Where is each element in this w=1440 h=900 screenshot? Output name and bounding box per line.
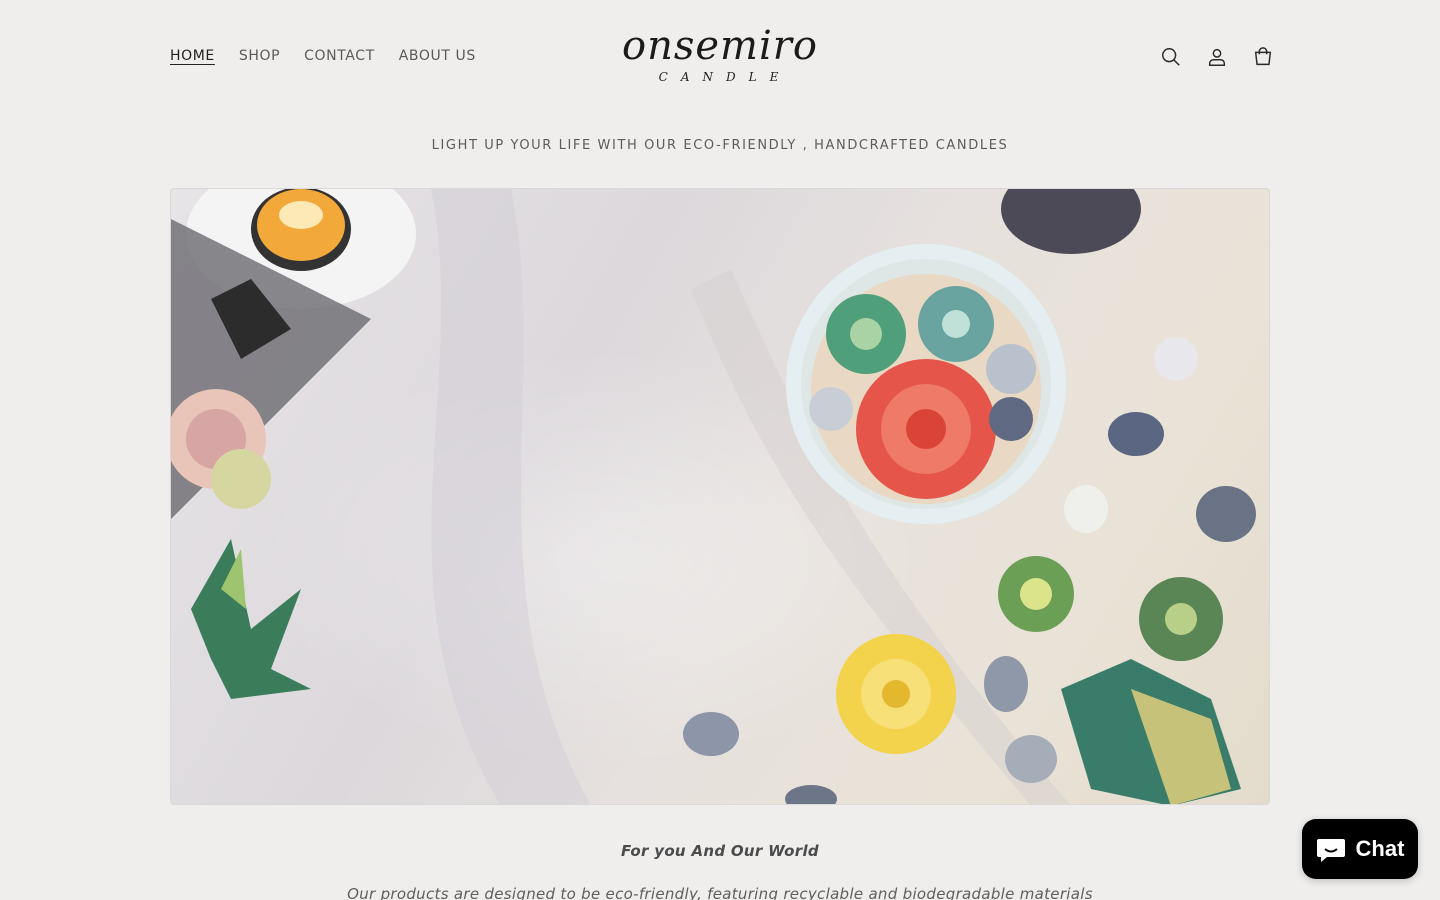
logo-wordmark: onsemiro xyxy=(622,23,818,69)
search-icon[interactable] xyxy=(1158,44,1184,70)
cart-icon[interactable] xyxy=(1250,44,1276,70)
nav-contact-link[interactable]: CONTACT xyxy=(304,47,375,65)
section-heading: For you And Our World xyxy=(621,842,819,860)
hero-image xyxy=(170,188,1270,805)
nav-shop-link[interactable]: SHOP xyxy=(239,47,280,65)
main-nav: HOME SHOP CONTACT ABOUT US xyxy=(170,47,500,65)
nav-about-link[interactable]: ABOUT US xyxy=(399,47,476,65)
header-icons xyxy=(1158,44,1276,70)
tagline: LIGHT UP YOUR LIFE WITH OUR ECO-FRIENDLY… xyxy=(431,138,1009,153)
chat-button[interactable]: Chat xyxy=(1302,819,1418,879)
site-logo[interactable]: onsemiro CANDLE xyxy=(598,26,842,88)
account-icon[interactable] xyxy=(1204,44,1230,70)
chat-label: Chat xyxy=(1355,836,1405,861)
section-body-text: Our products are designed to be eco-frie… xyxy=(347,885,1093,900)
site-header: HOME SHOP CONTACT ABOUT US onsemiro CAND… xyxy=(0,0,1440,115)
nav-home-link[interactable]: HOME xyxy=(170,47,215,65)
logo-subtitle: CANDLE xyxy=(658,70,792,84)
hero-illustration xyxy=(171,189,1256,804)
chat-bubble-icon xyxy=(1316,839,1345,862)
